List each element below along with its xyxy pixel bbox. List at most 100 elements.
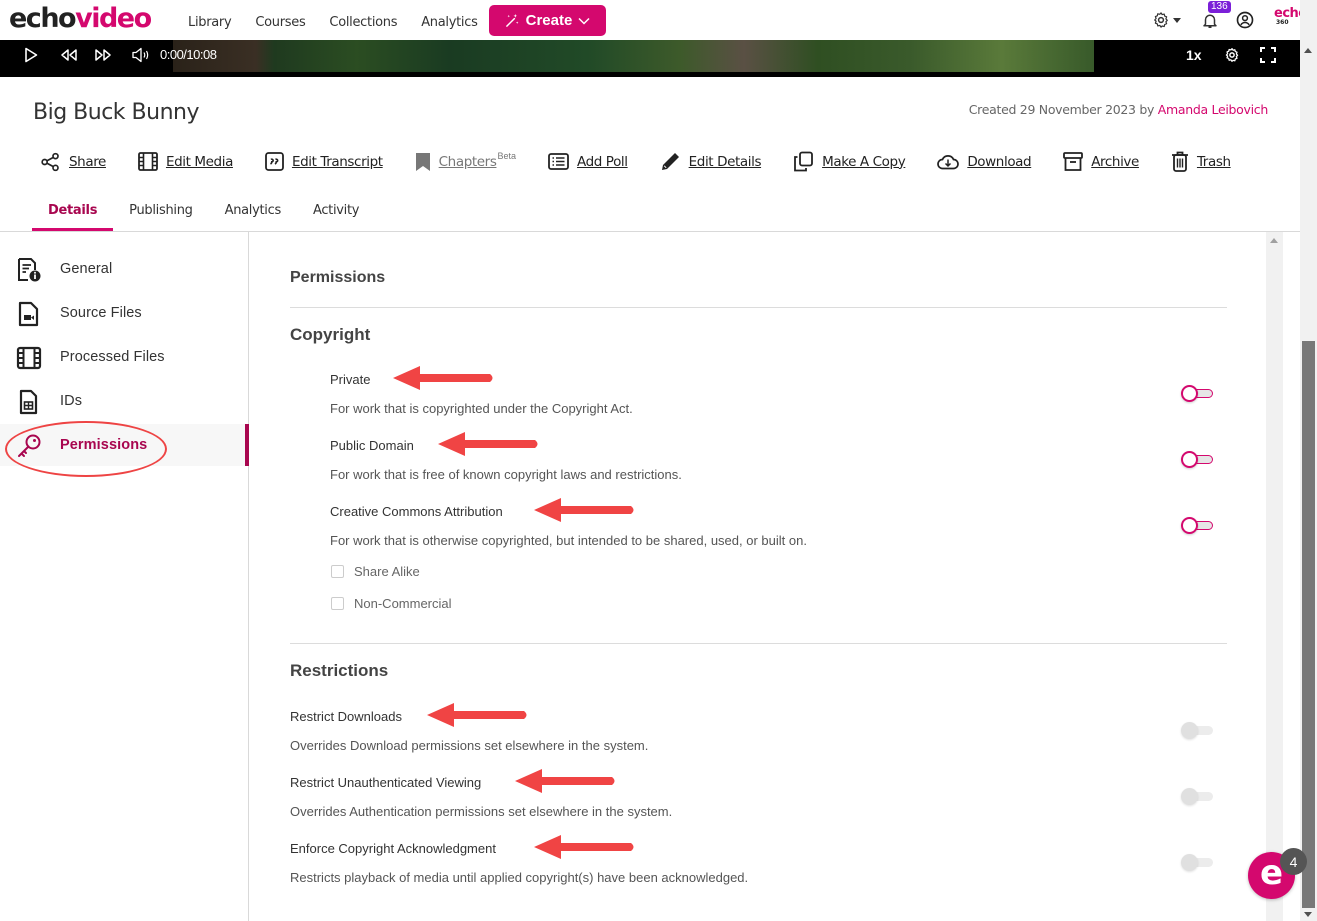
scroll-up-arrow[interactable] — [1304, 48, 1312, 53]
permissions-heading: Permissions — [290, 269, 386, 286]
scroll-thumb[interactable] — [1302, 341, 1315, 908]
created-info: Created 29 November 2023 by Amanda Leibo… — [968, 102, 1269, 117]
option-private-desc: For work that is copyrighted under the C… — [330, 401, 633, 416]
page-scrollbar[interactable] — [1300, 0, 1317, 921]
media-title: Big Buck Bunny — [33, 100, 199, 125]
non-commercial-checkbox[interactable]: Non-Commercial — [331, 596, 452, 611]
film-icon — [138, 152, 158, 171]
pencil-icon — [661, 153, 679, 170]
key-icon — [18, 434, 41, 457]
help-widget-badge: 4 — [1280, 848, 1307, 875]
add-poll-button[interactable]: Add Poll — [548, 153, 628, 170]
details-sidebar: General Source Files Processed Files IDs… — [0, 232, 249, 921]
tab-details[interactable]: Details — [32, 199, 114, 232]
divider — [290, 307, 1227, 308]
private-toggle[interactable] — [1181, 385, 1215, 403]
sidebar-item-general[interactable]: General — [0, 248, 248, 290]
edit-details-button[interactable]: Edit Details — [660, 151, 761, 172]
detail-tabs: Details Publishing Analytics Activity — [32, 199, 375, 232]
share-icon — [41, 152, 59, 171]
restrict-downloads-desc: Overrides Download permissions set elsew… — [290, 738, 649, 753]
user-account-button[interactable] — [1236, 11, 1254, 34]
bell-icon — [1203, 14, 1217, 28]
caret-down-icon — [1173, 17, 1181, 23]
gear-icon — [1154, 12, 1168, 28]
edit-transcript-button[interactable]: Edit Transcript — [265, 152, 383, 171]
share-alike-checkbox[interactable]: Share Alike — [331, 564, 420, 579]
divider — [290, 643, 1227, 644]
restrict-downloads-toggle[interactable] — [1181, 722, 1215, 740]
chevron-down-icon — [578, 17, 590, 25]
create-button[interactable]: Create — [489, 5, 606, 36]
fast-forward-icon[interactable] — [94, 47, 112, 63]
video-frame[interactable] — [173, 40, 1094, 72]
user-circle-icon — [1236, 11, 1254, 29]
nav-library[interactable]: Library — [188, 15, 232, 30]
chapters-button[interactable]: Chapters Beta — [415, 151, 516, 172]
sidebar-item-processed-files[interactable]: Processed Files — [0, 336, 248, 378]
scroll-down-arrow[interactable] — [1304, 912, 1312, 917]
echovideo-logo[interactable]: echovideo — [9, 3, 152, 34]
video-player-controls: 0:00/10:08 1x — [0, 40, 1300, 77]
settings-dropdown[interactable] — [1152, 11, 1181, 29]
panel-scrollbar[interactable] — [1266, 232, 1283, 921]
edit-media-button[interactable]: Edit Media — [138, 152, 233, 171]
enforce-copyright-toggle[interactable] — [1181, 854, 1215, 872]
tab-publishing[interactable]: Publishing — [113, 199, 208, 232]
option-public-domain-desc: For work that is free of known copyright… — [330, 467, 682, 482]
film-icon — [16, 346, 42, 370]
list-icon — [548, 153, 569, 170]
rewind-icon[interactable] — [60, 47, 78, 63]
notification-badge: 136 — [1208, 1, 1231, 13]
create-label: Create — [525, 12, 573, 29]
option-private-title: Private — [330, 372, 371, 387]
playback-time: 0:00/10:08 — [160, 47, 217, 62]
permissions-panel: Permissions Copyright Private For work t… — [250, 232, 1266, 921]
video-file-icon — [18, 301, 39, 327]
author-link[interactable]: Amanda Leibovich — [1158, 102, 1269, 117]
player-settings-icon[interactable] — [1224, 47, 1240, 63]
sidebar-item-permissions[interactable]: Permissions — [0, 424, 249, 466]
restrictions-heading: Restrictions — [290, 661, 389, 680]
cloud-download-icon — [937, 155, 960, 170]
public-domain-toggle[interactable] — [1181, 451, 1215, 469]
option-public-domain-title: Public Domain — [330, 438, 414, 453]
trash-icon — [1171, 151, 1188, 172]
tab-activity[interactable]: Activity — [297, 199, 375, 232]
restrict-downloads-title: Restrict Downloads — [290, 709, 402, 724]
id-file-icon — [19, 389, 38, 415]
nav-links: Library Courses Collections Analytics — [188, 15, 502, 30]
trash-button[interactable]: Trash — [1171, 151, 1231, 172]
top-navigation: echovideo Library Courses Collections An… — [0, 0, 1307, 40]
sidebar-item-source-files[interactable]: Source Files — [0, 292, 248, 334]
restrict-unauthenticated-desc: Overrides Authentication permissions set… — [290, 804, 673, 819]
restrict-unauthenticated-toggle[interactable] — [1181, 788, 1215, 806]
fullscreen-icon[interactable] — [1260, 47, 1276, 63]
copy-icon — [794, 151, 813, 172]
sidebar-item-ids[interactable]: IDs — [0, 380, 248, 422]
archive-icon — [1063, 152, 1084, 171]
scroll-up-arrow[interactable] — [1270, 238, 1278, 243]
option-creative-commons-title: Creative Commons Attribution — [330, 504, 503, 519]
tab-analytics[interactable]: Analytics — [209, 199, 297, 232]
play-icon[interactable] — [24, 47, 38, 63]
nav-courses[interactable]: Courses — [255, 15, 305, 30]
make-copy-button[interactable]: Make A Copy — [793, 151, 906, 172]
quote-icon — [265, 152, 284, 171]
volume-icon[interactable] — [131, 47, 151, 63]
document-info-icon — [18, 258, 41, 282]
option-creative-commons-desc: For work that is otherwise copyrighted, … — [330, 533, 807, 548]
restrict-unauthenticated-title: Restrict Unauthenticated Viewing — [290, 775, 482, 790]
media-actions-toolbar: Share Edit Media Edit Transcript Chapter… — [40, 151, 1231, 172]
download-button[interactable]: Download — [937, 153, 1032, 170]
notifications-button[interactable] — [1201, 11, 1219, 35]
enforce-copyright-title: Enforce Copyright Acknowledgment — [290, 841, 496, 856]
magic-wand-icon — [505, 13, 519, 27]
archive-button[interactable]: Archive — [1063, 152, 1139, 171]
share-button[interactable]: Share — [40, 152, 106, 172]
nav-analytics[interactable]: Analytics — [421, 15, 478, 30]
nav-collections[interactable]: Collections — [329, 15, 397, 30]
creative-commons-toggle[interactable] — [1181, 517, 1215, 535]
enforce-copyright-desc: Restricts playback of media until applie… — [290, 870, 749, 885]
playback-speed-button[interactable]: 1x — [1186, 47, 1202, 63]
